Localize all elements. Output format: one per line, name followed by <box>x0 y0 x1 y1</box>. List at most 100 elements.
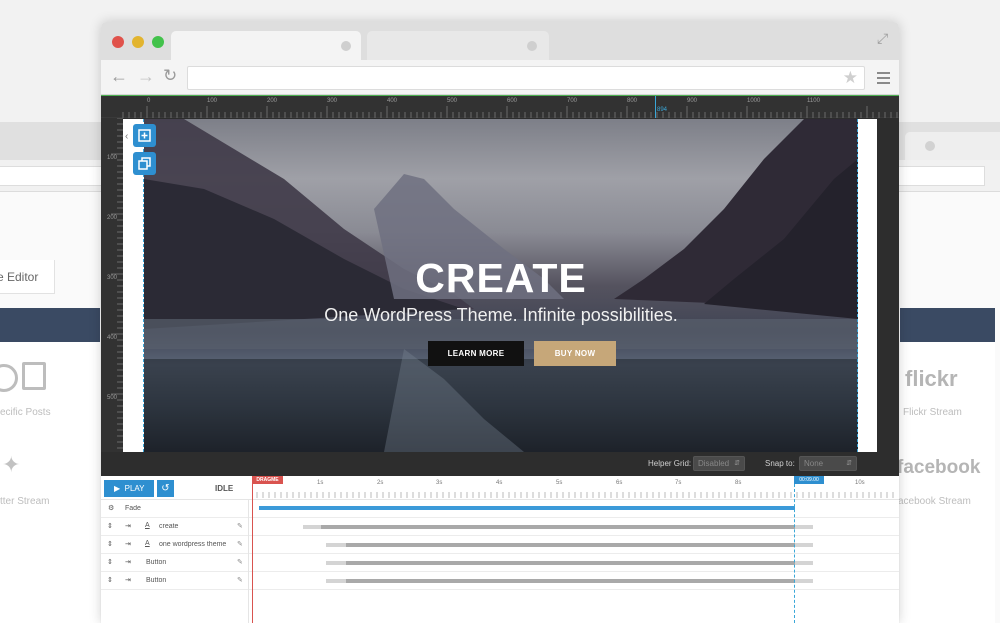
layer-bar[interactable] <box>346 543 795 547</box>
timeline-row-name: one wordpress theme <box>159 541 227 548</box>
layer-bar[interactable] <box>321 525 795 529</box>
maximize-window-button[interactable] <box>152 36 164 48</box>
tab-close-icon[interactable] <box>527 41 537 51</box>
timeline-row-create[interactable]: ⇕ ⇥ A create ✎ <box>101 518 899 536</box>
bg-tab <box>905 132 1000 160</box>
sort-icon[interactable]: ⇕ <box>107 576 113 584</box>
layer-bar[interactable] <box>346 561 795 565</box>
sort-icon[interactable]: ⇕ <box>107 540 113 548</box>
document-icon <box>22 362 46 390</box>
gear-icon[interactable]: ⚙ <box>108 504 114 512</box>
edit-pencil-icon[interactable]: ✎ <box>237 576 243 584</box>
timeline-tick-label: 10s <box>855 480 865 486</box>
ruler-label: 1100 <box>807 98 820 104</box>
play-icon: ▶ <box>114 484 121 493</box>
main-browser-window: ⤢ ← → ↻ ★ 0 100 200 300 400 500 600 700 800 900 10… <box>101 22 899 623</box>
horizontal-ruler: 0 100 200 300 400 500 600 700 800 900 1000 1100 <box>101 96 899 118</box>
delay-bar <box>303 525 321 529</box>
bg-header-band-right <box>900 308 995 342</box>
snap-to-select[interactable]: None ⇵ <box>799 456 857 471</box>
out-bar <box>795 579 813 583</box>
ruler-cursor-line <box>655 96 656 118</box>
hero-slide[interactable]: CREATE One WordPress Theme. Infinite pos… <box>144 119 858 452</box>
slide-canvas[interactable]: CREATE One WordPress Theme. Infinite pos… <box>123 119 877 452</box>
fade-bar[interactable] <box>259 506 795 510</box>
align-icon[interactable]: ⇥ <box>125 540 131 548</box>
ruler-label: 700 <box>567 98 578 104</box>
bg-editor-tab: e Editor <box>0 260 55 294</box>
timeline-tick-label: 6s <box>616 480 623 486</box>
timeline-status: IDLE <box>215 484 234 493</box>
browser-tab[interactable] <box>367 31 549 60</box>
bg-editor-tab-label: e Editor <box>0 270 39 284</box>
timeline-row-header: ⇕ ⇥ Button ✎ <box>101 554 249 572</box>
edit-pencil-icon[interactable]: ✎ <box>237 558 243 566</box>
timeline-row-name: Button <box>146 577 167 584</box>
align-icon[interactable]: ⇥ <box>125 576 131 584</box>
text-layer-icon: A <box>145 540 150 547</box>
close-window-button[interactable] <box>112 36 124 48</box>
vertical-ruler: 100 200 300 400 500 <box>101 117 123 452</box>
browser-tab-active[interactable] <box>171 31 361 60</box>
edit-pencil-icon[interactable]: ✎ <box>237 522 243 530</box>
helper-grid-select[interactable]: Disabled ⇵ <box>693 456 745 471</box>
out-bar <box>795 525 813 529</box>
sort-icon[interactable]: ⇕ <box>107 558 113 566</box>
edit-pencil-icon[interactable]: ✎ <box>237 540 243 548</box>
ruler-label: 500 <box>447 98 458 104</box>
bg-header-band-left <box>0 308 100 342</box>
timeline-row-subtitle[interactable]: ⇕ ⇥ A one wordpress theme ✎ <box>101 536 899 554</box>
timeline-tick-label: 8s <box>735 480 742 486</box>
align-icon[interactable]: ⇥ <box>125 558 131 566</box>
title-bar: ⤢ <box>101 22 899 60</box>
timeline-tick-label: 7s <box>675 480 682 486</box>
snap-to-label: Snap to: <box>765 459 795 468</box>
playhead-line[interactable] <box>252 476 253 623</box>
ruler-label: 300 <box>327 98 338 104</box>
reload-icon[interactable]: ↻ <box>163 66 177 86</box>
add-layer-button[interactable] <box>133 124 156 147</box>
select-arrows-icon: ⇵ <box>734 460 740 467</box>
address-bar[interactable]: ★ <box>187 66 865 90</box>
helper-grid-label: Helper Grid: <box>648 459 692 468</box>
back-arrow-icon[interactable]: ← <box>110 66 128 86</box>
buy-now-button[interactable]: BUY NOW <box>534 341 616 366</box>
play-button[interactable]: ▶ PLAY <box>104 480 154 497</box>
tab-close-icon[interactable] <box>341 41 351 51</box>
delay-bar <box>326 561 346 565</box>
right-guide-line <box>857 119 858 452</box>
dragme-handle[interactable]: DRAGME <box>252 476 283 484</box>
slider-editor: 0 100 200 300 400 500 600 700 800 900 1000 1100 894… <box>101 95 899 623</box>
menu-icon[interactable] <box>877 72 890 87</box>
end-time-handle[interactable]: 00:09.00 <box>794 476 824 484</box>
fullscreen-icon[interactable]: ⤢ <box>877 30 888 47</box>
duplicate-layer-button[interactable] <box>133 152 156 175</box>
forward-arrow-icon[interactable]: → <box>137 66 155 86</box>
collapse-arrow-icon[interactable]: ‹ <box>125 131 128 142</box>
minimize-window-button[interactable] <box>132 36 144 48</box>
select-arrows-icon: ⇵ <box>846 460 852 467</box>
sort-icon[interactable]: ⇕ <box>107 522 113 530</box>
timeline-ruler: DRAGME 00:09.00 1s 2s 3s 4s 5s 6s 7s 8s 10s <box>249 476 899 500</box>
play-label: PLAY <box>124 484 145 493</box>
bookmark-star-icon[interactable]: ★ <box>843 68 858 88</box>
timeline-tick-label: 1s <box>317 480 324 486</box>
align-icon[interactable]: ⇥ <box>125 522 131 530</box>
timeline-row-fade[interactable]: ⚙ Fade <box>101 500 899 518</box>
layer-bar[interactable] <box>346 579 795 583</box>
ruler-label: 800 <box>627 98 638 104</box>
timeline-row-button-1[interactable]: ⇕ ⇥ Button ✎ <box>101 554 899 572</box>
hero-subtitle[interactable]: One WordPress Theme. Infinite possibilit… <box>144 305 858 326</box>
delay-bar <box>326 543 346 547</box>
ruler-label: 300 <box>107 275 118 281</box>
timeline-tick-label: 4s <box>496 480 503 486</box>
learn-more-button[interactable]: LEARN MORE <box>428 341 524 366</box>
add-layer-icon <box>138 129 151 142</box>
timeline-row-header: ⇕ ⇥ A create ✎ <box>101 518 249 536</box>
timeline-tick-label: 2s <box>377 480 384 486</box>
flickr-logo: flickr <box>905 366 958 391</box>
ruler-label: 600 <box>507 98 518 104</box>
hero-title[interactable]: CREATE <box>144 255 858 302</box>
timeline-left-empty <box>101 586 249 623</box>
history-button[interactable]: ↺ <box>157 480 174 497</box>
